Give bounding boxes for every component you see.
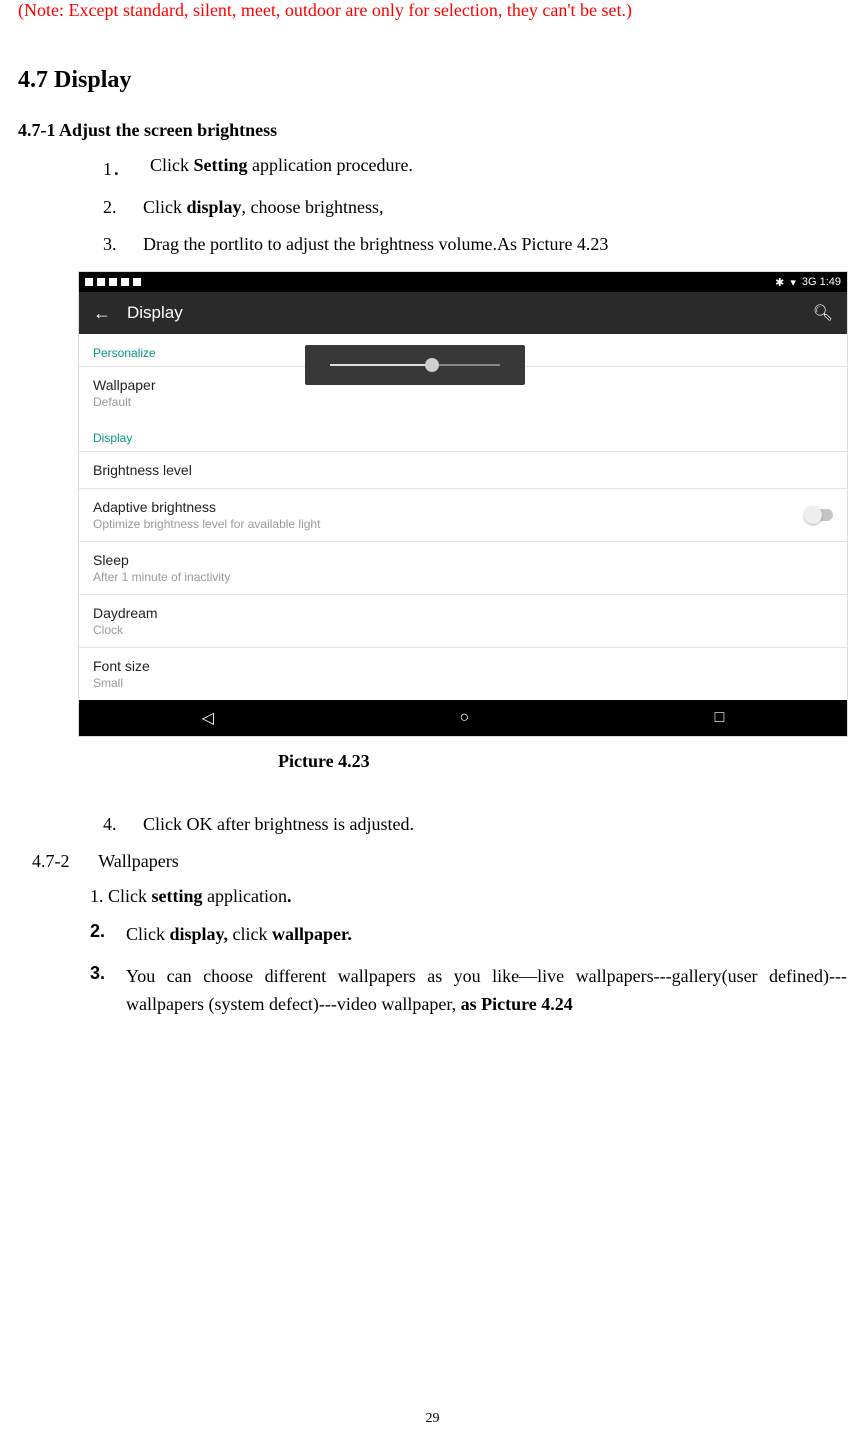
android-nav-bar: ◁ ○ □ bbox=[79, 700, 847, 736]
list-title: Brightness level bbox=[93, 462, 833, 478]
network-label: 3G 1:49 bbox=[802, 276, 841, 288]
step-num: 4. bbox=[103, 814, 123, 835]
step-text: Click display, choose brightness, bbox=[143, 197, 384, 218]
list-sub: After 1 minute of inactivity bbox=[93, 570, 833, 584]
status-icon bbox=[133, 278, 141, 286]
bluetooth-icon: ✱ bbox=[775, 276, 784, 289]
toggle-switch[interactable] bbox=[805, 509, 833, 521]
status-right: ✱ ▾ 3G 1:49 bbox=[775, 276, 841, 289]
brightness-slider-popup bbox=[305, 345, 525, 385]
slider-thumb[interactable] bbox=[425, 358, 439, 372]
back-arrow-icon[interactable]: ← bbox=[93, 303, 111, 324]
list-item-daydream[interactable]: Daydream Clock bbox=[79, 594, 847, 647]
nav-recent-icon[interactable]: □ bbox=[715, 709, 725, 727]
list-sub: Clock bbox=[93, 623, 833, 637]
app-bar-title: Display bbox=[127, 303, 183, 323]
android-screenshot: ✱ ▾ 3G 1:49 ← Display 🔍︎ Personalize Wal… bbox=[78, 271, 848, 737]
subsection-title: 4.7-1 Adjust the screen brightness bbox=[18, 120, 847, 141]
nav-home-icon[interactable]: ○ bbox=[459, 709, 469, 727]
step-1: 1． Click Setting application procedure. bbox=[103, 155, 847, 181]
slider-fill bbox=[330, 364, 432, 366]
list-sub: Default bbox=[93, 395, 833, 409]
section-title: 4.7 Display bbox=[18, 67, 847, 94]
wallpaper-steps: 1. Click setting application. 2. Click d… bbox=[18, 886, 847, 1019]
step-3: 3. Drag the portlito to adjust the brigh… bbox=[103, 234, 847, 255]
step-4: 4. Click OK after brightness is adjusted… bbox=[103, 814, 847, 835]
steps-list-1b: 4. Click OK after brightness is adjusted… bbox=[103, 814, 847, 835]
list-title: Font size bbox=[93, 658, 833, 674]
step-num: 2. bbox=[103, 197, 123, 218]
step-2: 2. Click display, choose brightness, bbox=[103, 197, 847, 218]
list-item-brightness[interactable]: Brightness level bbox=[79, 451, 847, 488]
nav-back-icon[interactable]: ◁ bbox=[202, 708, 214, 728]
step-num: 3. bbox=[103, 234, 123, 255]
list-sub: Small bbox=[93, 676, 833, 690]
step-num: 2. bbox=[90, 921, 110, 949]
status-left-icons bbox=[85, 278, 141, 286]
picture-label: Picture 4.23 bbox=[278, 751, 847, 772]
step-text: You can choose different wallpapers as y… bbox=[126, 963, 847, 1019]
subsection-2-title: 4.7-2 Wallpapers bbox=[32, 851, 847, 872]
status-icon bbox=[121, 278, 129, 286]
wallpaper-step-3: 3. You can choose different wallpapers a… bbox=[90, 963, 847, 1019]
group-label-display: Display bbox=[79, 419, 847, 451]
list-item-font[interactable]: Font size Small bbox=[79, 647, 847, 700]
subsection-2-label: Wallpapers bbox=[98, 851, 179, 871]
step-num: 1． bbox=[103, 155, 130, 181]
step-text: Click Setting application procedure. bbox=[150, 155, 413, 181]
list-title: Daydream bbox=[93, 605, 833, 621]
list-sub: Optimize brightness level for available … bbox=[93, 517, 320, 531]
status-icon bbox=[85, 278, 93, 286]
wifi-icon: ▾ bbox=[790, 276, 796, 289]
screenshot-figure: ✱ ▾ 3G 1:49 ← Display 🔍︎ Personalize Wal… bbox=[78, 271, 847, 737]
list-title: Adaptive brightness bbox=[93, 499, 320, 515]
step-text: Drag the portlito to adjust the brightne… bbox=[143, 234, 608, 255]
page-number: 29 bbox=[0, 1411, 865, 1427]
steps-list-1: 1． Click Setting application procedure. … bbox=[103, 155, 847, 255]
status-icon bbox=[109, 278, 117, 286]
app-bar: ← Display 🔍︎ bbox=[79, 292, 847, 334]
status-bar: ✱ ▾ 3G 1:49 bbox=[79, 272, 847, 292]
toggle-thumb bbox=[804, 506, 822, 524]
list-item-adaptive[interactable]: Adaptive brightness Optimize brightness … bbox=[79, 488, 847, 541]
subsection-2-num: 4.7-2 bbox=[32, 851, 94, 872]
wallpaper-step-1: 1. Click setting application. bbox=[90, 886, 847, 907]
search-icon[interactable]: 🔍︎ bbox=[813, 303, 833, 323]
list-item-sleep[interactable]: Sleep After 1 minute of inactivity bbox=[79, 541, 847, 594]
status-icon bbox=[97, 278, 105, 286]
wallpaper-step-2: 2. Click display, click wallpaper. bbox=[90, 921, 847, 949]
step-text: Click OK after brightness is adjusted. bbox=[143, 814, 414, 835]
step-num: 3. bbox=[90, 963, 110, 1019]
step-text: Click display, click wallpaper. bbox=[126, 921, 352, 949]
list-title: Sleep bbox=[93, 552, 833, 568]
note-text: (Note: Except standard, silent, meet, ou… bbox=[18, 0, 847, 21]
brightness-slider[interactable] bbox=[330, 364, 500, 366]
